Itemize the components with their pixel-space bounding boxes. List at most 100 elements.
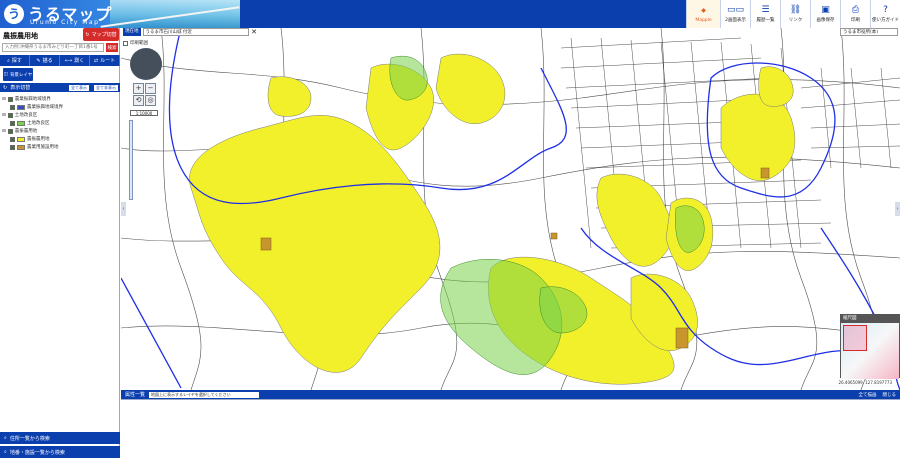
- tab-route-label: ルート: [100, 58, 116, 64]
- print-area-checkbox[interactable]: [123, 40, 128, 46]
- print-button[interactable]: ⎙ 印刷: [840, 0, 870, 28]
- legend-label: 土地改良区: [27, 121, 50, 126]
- close-attribute-link[interactable]: 閉じる: [883, 392, 897, 398]
- guide-button[interactable]: ? 使い方ガイド: [870, 0, 900, 28]
- print-label: 印刷: [851, 18, 860, 23]
- address-list-search-button[interactable]: ⌕ 住所一覧から検索: [0, 432, 120, 444]
- legend-checkbox[interactable]: [10, 136, 15, 142]
- legend-swatch: [17, 120, 25, 126]
- panel-title: 農振農用地: [3, 32, 38, 40]
- tab-draw[interactable]: ✎ 描る: [30, 55, 60, 66]
- legend-checkbox[interactable]: [10, 104, 15, 110]
- pan-right-icon[interactable]: ›: [895, 202, 900, 216]
- layers-icon: ◫: [3, 72, 8, 77]
- overview-title: 縮尺図: [841, 315, 899, 323]
- zoom-in-icon[interactable]: +: [133, 83, 144, 94]
- app-logo[interactable]: う うるマップ Urumo City Map: [0, 0, 240, 28]
- overview-canvas[interactable]: [841, 323, 899, 379]
- history-list-button[interactable]: ☰ 履歴一覧: [750, 0, 780, 28]
- legend-item[interactable]: 農業用施設用地: [2, 143, 118, 151]
- print-icon: ⎙: [851, 5, 860, 15]
- tab-search-label: 探す: [11, 58, 22, 64]
- pan-control[interactable]: [130, 48, 162, 80]
- guide-icon: ?: [883, 5, 888, 15]
- map-layer[interactable]: [121, 28, 900, 390]
- show-all-button[interactable]: 全て表示: [69, 84, 89, 91]
- coordinate-readout: 26.4065099, 127.8197773: [838, 380, 892, 385]
- address-search: 検索: [2, 43, 118, 52]
- search-button[interactable]: 検索: [106, 43, 118, 52]
- address-list-label: 住所一覧から検索: [9, 435, 50, 442]
- function-tabs: ⌕ 探す ✎ 描る ⟷ 測く ⇄ ルート: [0, 55, 120, 66]
- link-label: リンク: [788, 18, 803, 23]
- hide-all-button[interactable]: 全て非表示: [94, 84, 118, 91]
- legend-group[interactable]: ⊟ 農業振興地域境界: [2, 95, 118, 103]
- image-save-label: 画像保存: [816, 18, 835, 23]
- image-save-button[interactable]: ▣ 画像保存: [810, 0, 840, 28]
- tab-search[interactable]: ⌕ 探す: [0, 55, 30, 66]
- close-icon[interactable]: ✕: [251, 28, 257, 36]
- ruler-icon: ⟷: [64, 57, 73, 64]
- top-toolbar: ◆ Mapple ▭▭ 2画面表示 ☰ 履歴一覧 ⛓ リンク ▣ 画像保存 ⎙ …: [686, 0, 900, 28]
- mapple-button[interactable]: ◆ Mapple: [686, 0, 720, 28]
- dual-screen-label: 2画面表示: [725, 18, 746, 23]
- collapse-icon[interactable]: ⊟: [2, 129, 6, 134]
- left-panel: 農振農用地 ↻ マップ切替 検索 ⌕探す ✎描る ⟷測く ⇄ルート ◫ 背景レイ…: [0, 28, 120, 458]
- legend-group[interactable]: ⊟ 土地改良区: [2, 111, 118, 119]
- legend-label: 農振農用地: [14, 129, 38, 134]
- pencil-icon: ✎: [36, 57, 41, 64]
- attribute-layer-select[interactable]: 地図上に表示するレイヤを選択してください: [149, 391, 260, 398]
- legend-label: 土地改良区: [14, 113, 38, 118]
- background-layer-button[interactable]: ◫ 背景レイヤ: [3, 68, 33, 81]
- map-switch-label: マップ切替: [91, 32, 117, 38]
- pan-left-icon[interactable]: ‹: [121, 202, 126, 216]
- folder-icon: ▣: [821, 5, 830, 15]
- legend-list: ⊟ 農業振興地域境界 農業振興地域境界 ⊟ 土地改良区 土地改良区 ⊟ 農振農用地 農振農用地農…: [2, 95, 118, 151]
- legend-checkbox[interactable]: [7, 128, 13, 134]
- legend-checkbox[interactable]: [7, 112, 13, 118]
- map-canvas[interactable]: 現在地 うるま市石川山城 付近 ✕ うるま市役所(本) 印刷範囲 + −⟲ ◎ 1:…: [121, 28, 900, 390]
- zoom-slider[interactable]: [129, 120, 133, 200]
- overview-map[interactable]: 縮尺図: [840, 314, 900, 379]
- app-subtitle: Urumo City Map: [30, 19, 100, 26]
- dual-screen-button[interactable]: ▭▭ 2画面表示: [720, 0, 750, 28]
- legend-group[interactable]: ⊟ 農振農用地: [2, 127, 118, 135]
- collapse-icon[interactable]: ⊟: [2, 113, 6, 118]
- legend-label: 農振農用地: [27, 137, 50, 142]
- city-select[interactable]: うるま市役所(本): [840, 28, 898, 36]
- dual-screen-icon: ▭▭: [726, 5, 744, 15]
- mapple-label: Mapple: [695, 17, 712, 23]
- overview-frame[interactable]: [843, 325, 867, 351]
- attribute-bar: 属性一覧 地図上に表示するレイヤを選択してください 全て描画 閉じる: [121, 390, 900, 399]
- tab-draw-label: 描る: [42, 58, 53, 64]
- rotate-icon[interactable]: ⟲: [133, 95, 144, 106]
- draw-all-link[interactable]: 全て描画: [859, 392, 877, 398]
- refresh-icon: ↻: [85, 31, 90, 38]
- scale-input[interactable]: 1:10000: [130, 110, 158, 116]
- zoom-out-icon[interactable]: −: [145, 83, 156, 94]
- legend-checkbox[interactable]: [7, 96, 13, 102]
- tab-measure[interactable]: ⟷ 測く: [60, 55, 90, 66]
- legend-item[interactable]: 農業振興地域境界: [2, 103, 118, 111]
- background-layer-label: 背景レイヤ: [9, 72, 33, 78]
- search-input[interactable]: [2, 43, 104, 52]
- locate-icon[interactable]: ◎: [145, 95, 156, 106]
- collapse-icon[interactable]: ⊟: [2, 97, 6, 102]
- legend-item[interactable]: 農振農用地: [2, 135, 118, 143]
- tab-route[interactable]: ⇄ ルート: [90, 55, 120, 66]
- legend-checkbox[interactable]: [10, 144, 15, 150]
- lot-facility-search-button[interactable]: ⌕ 地番・施設一覧から検索: [0, 446, 120, 458]
- zoom-buttons: + −⟲ ◎: [133, 83, 161, 107]
- map-switch-button[interactable]: ↻ マップ切替: [83, 28, 119, 41]
- search-icon: ⌕: [7, 57, 10, 64]
- link-button[interactable]: ⛓ リンク: [780, 0, 810, 28]
- tab-measure-label: 測く: [74, 58, 85, 64]
- guide-label: 使い方ガイド: [872, 18, 899, 23]
- location-value: うるま市石川山城 付近: [142, 28, 250, 36]
- legend-item[interactable]: 土地改良区: [2, 119, 118, 127]
- legend-checkbox[interactable]: [10, 120, 15, 126]
- print-area-toggle[interactable]: 印刷範囲: [123, 40, 148, 46]
- search-icon: ⌕: [4, 435, 7, 441]
- legend-label: 農業振興地域境界: [27, 105, 63, 110]
- legend-swatch: [17, 104, 25, 110]
